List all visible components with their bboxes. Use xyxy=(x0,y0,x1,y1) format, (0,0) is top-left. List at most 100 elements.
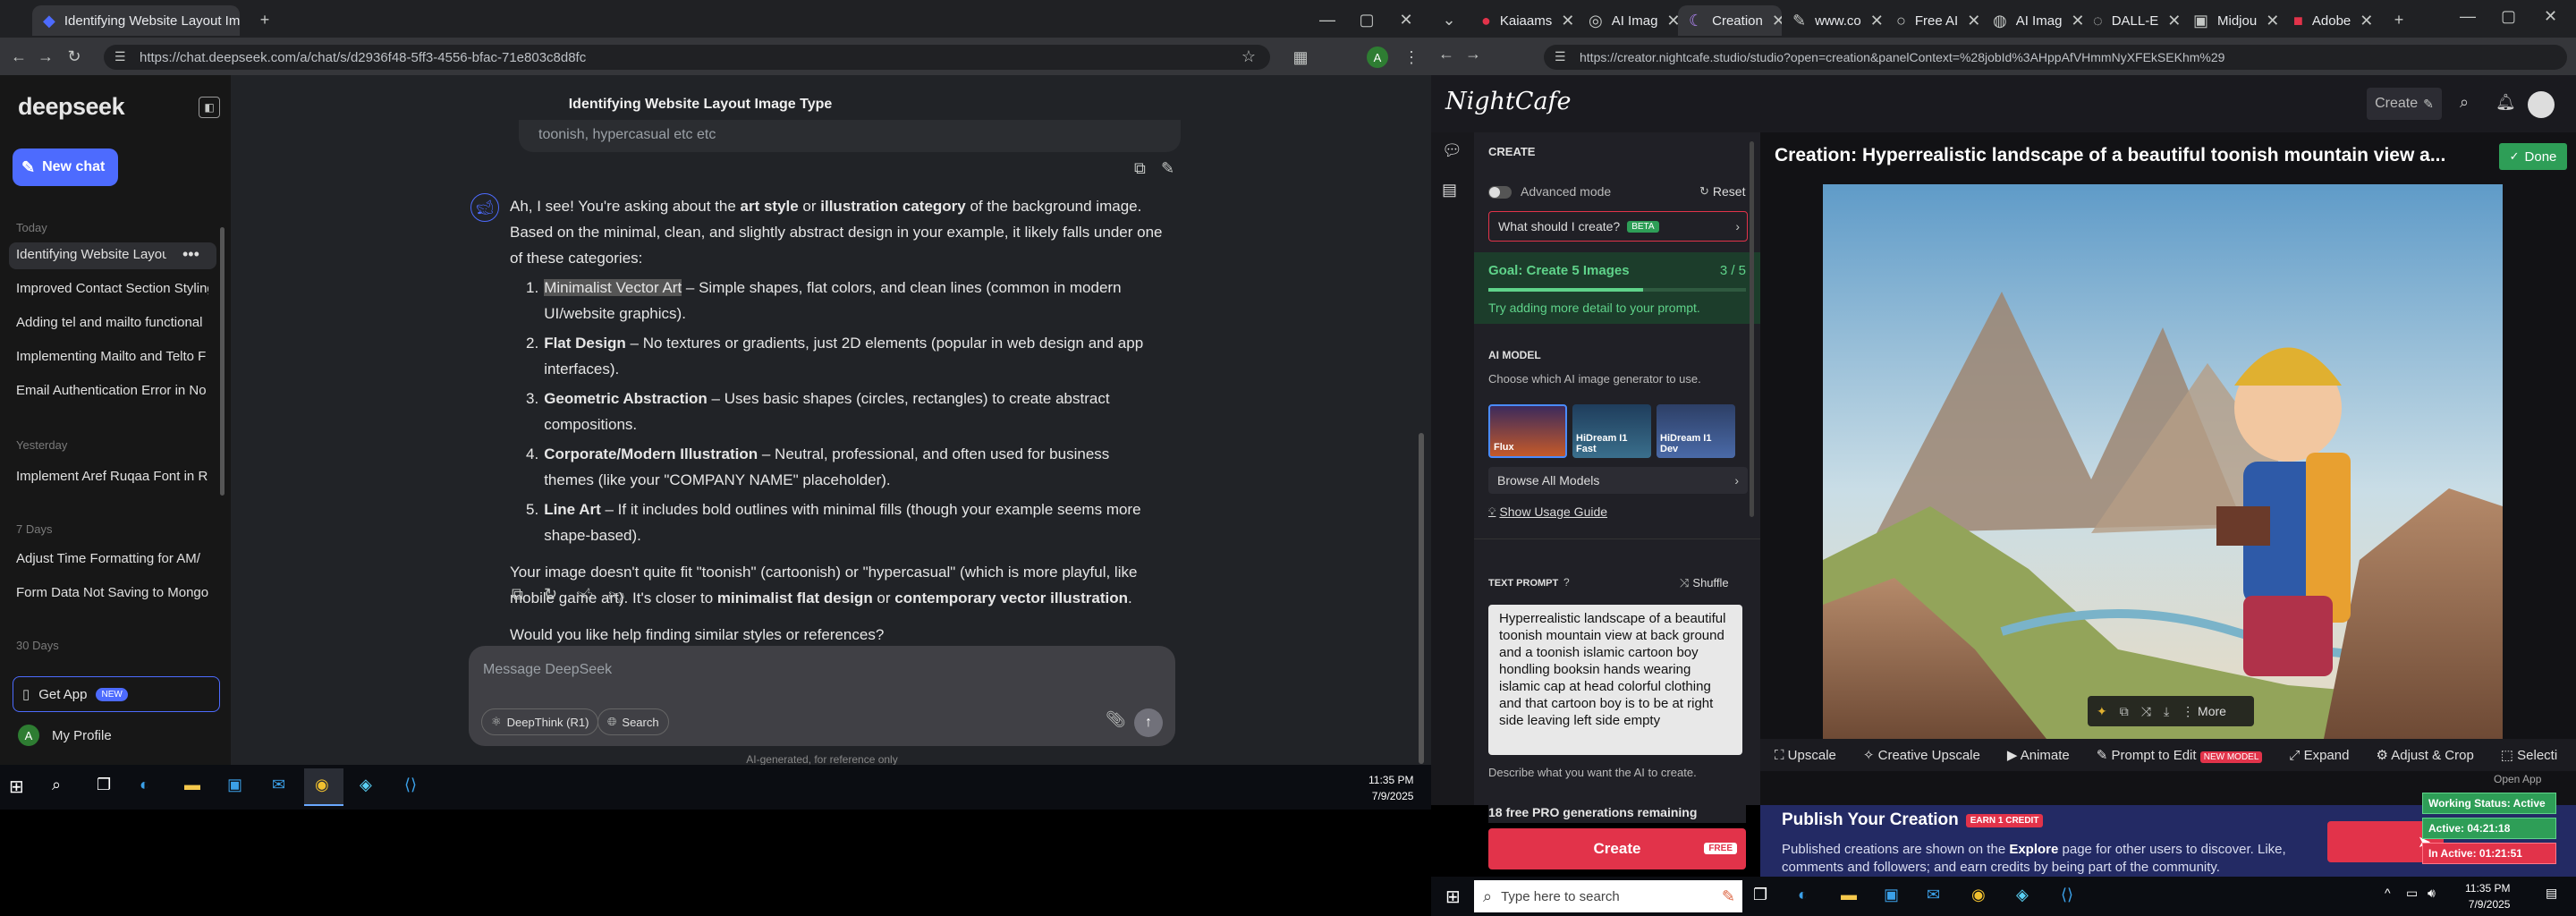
chat-item[interactable]: Form Data Not Saving to Mongo xyxy=(16,585,208,600)
tab-item-active[interactable]: ☾ Creation ✕ xyxy=(1678,5,1782,36)
url-field[interactable]: ☰ https://chat.deepseek.com/a/chat/s/d29… xyxy=(104,45,1270,70)
chrome-icon[interactable]: ◉ xyxy=(1971,886,1986,904)
bell-icon[interactable]: 🔔︎ xyxy=(2496,93,2516,112)
generated-image[interactable]: ✦ ⧉ ⤨ ⤓ ⋮ More xyxy=(1823,184,2503,739)
windows-start-icon[interactable]: ⊞ xyxy=(1445,886,1461,908)
browse-models-button[interactable]: Browse All Models › xyxy=(1488,467,1748,494)
extension-icon[interactable]: ▦ xyxy=(1288,45,1313,70)
regenerate-icon[interactable]: ↻ xyxy=(544,585,557,604)
tray-chevron-icon[interactable]: ^ xyxy=(2385,886,2391,900)
gallery-icon[interactable]: ▤ xyxy=(1442,181,1457,199)
panel-scrollbar[interactable] xyxy=(1750,141,1754,517)
shuffle-icon[interactable]: ⤨ xyxy=(2141,704,2151,719)
back-icon[interactable]: ← xyxy=(7,45,30,68)
browser-menu-icon[interactable]: ⋮ xyxy=(1401,45,1422,70)
tab-deepseek[interactable]: ◆ Identifying Website Layout Ima ✕ xyxy=(32,5,240,36)
create-header-button[interactable]: Create ✎ xyxy=(2367,88,2442,120)
create-button[interactable]: Create FREE xyxy=(1488,828,1746,869)
selection-button[interactable]: ⬚ Selecti xyxy=(2501,747,2557,763)
usage-guide-link[interactable]: 💡︎ Show Usage Guide xyxy=(1488,505,1607,519)
volume-icon[interactable]: 🔊︎ xyxy=(2428,886,2436,901)
tab-item[interactable]: ◌ DALL-E ✕ xyxy=(2082,5,2182,36)
chrome-icon[interactable]: ◉ xyxy=(315,776,329,794)
mail-icon[interactable]: ✉ xyxy=(1927,886,1940,904)
edit-icon[interactable]: ✎ xyxy=(1161,159,1174,178)
expand-button[interactable]: ⤢ Expand xyxy=(2289,748,2349,763)
search-icon[interactable]: ⌕ xyxy=(52,776,61,794)
copy-icon[interactable]: ⧉ xyxy=(2120,704,2129,719)
chat-item[interactable]: Improved Contact Section Styling xyxy=(16,281,208,296)
app-icon[interactable]: ◈ xyxy=(2016,886,2029,904)
model-flux[interactable]: Flux xyxy=(1488,404,1567,458)
animate-button[interactable]: ▶ Animate xyxy=(2007,747,2070,763)
user-avatar[interactable]: A xyxy=(18,725,39,746)
tab-search-icon[interactable]: ⌄ xyxy=(1436,7,1462,32)
chat-item[interactable]: Implement Aref Ruqaa Font in R xyxy=(16,469,208,484)
new-chat-button[interactable]: ✎ New chat xyxy=(13,148,118,186)
edge-icon[interactable]: ◐ xyxy=(1798,886,1808,904)
chat-scrollbar[interactable] xyxy=(1419,433,1424,764)
copy-response-icon[interactable]: ⧉ xyxy=(512,585,523,604)
file-explorer-icon[interactable]: ▬ xyxy=(184,776,200,794)
app-icon[interactable]: ◈ xyxy=(360,776,372,794)
sparkle-icon[interactable]: ✦ xyxy=(2097,704,2107,719)
store-icon[interactable]: ▣ xyxy=(227,776,242,794)
prompt-textarea[interactable]: Hyperrealistic landscape of a beautiful … xyxy=(1488,605,1742,755)
adjust-crop-button[interactable]: ⚙ Adjust & Crop xyxy=(2376,747,2473,763)
windows-start-icon[interactable]: ⊞ xyxy=(9,776,24,798)
open-app-link[interactable]: Open App xyxy=(2494,773,2541,785)
collapse-sidebar-icon[interactable]: ◧ xyxy=(199,97,220,118)
tab-item[interactable]: ◎ AI Imag ✕ xyxy=(1578,5,1678,36)
prompt-to-edit-button[interactable]: ✎ Prompt to Edit NEW MODEL xyxy=(2097,747,2263,763)
maximize-icon[interactable]: ▢ xyxy=(1354,7,1379,32)
store-icon[interactable]: ▣ xyxy=(1884,886,1899,904)
url-field-right[interactable]: ☰ https://creator.nightcafe.studio/studi… xyxy=(1544,45,2567,70)
new-tab-icon[interactable]: + xyxy=(252,7,277,32)
chat-item[interactable]: Identifying Website Layout xyxy=(16,247,166,262)
reset-button[interactable]: ↻ Reset xyxy=(1699,184,1745,199)
advanced-mode-toggle[interactable] xyxy=(1488,186,1512,199)
chat-item[interactable]: Email Authentication Error in No xyxy=(16,383,208,398)
vscode-icon[interactable]: ⟨⟩ xyxy=(2061,886,2073,904)
search-icon[interactable]: ⌕ xyxy=(2460,93,2469,112)
reload-icon[interactable]: ↻ xyxy=(63,45,86,68)
chat-icon[interactable]: 💬︎ xyxy=(1442,141,1462,160)
close-window-icon[interactable]: ✕ xyxy=(2544,7,2557,26)
tab-item[interactable]: ▣ Midjou ✕ xyxy=(2182,5,2283,36)
file-explorer-icon[interactable]: ▬ xyxy=(1841,886,1857,904)
search-button[interactable]: 🌐︎ Search xyxy=(597,708,669,735)
help-icon[interactable]: ? xyxy=(1563,576,1570,589)
chat-item[interactable]: Implementing Mailto and Telto F xyxy=(16,349,208,364)
tab-item[interactable]: ■ Adobe ✕ xyxy=(2283,5,2383,36)
shuffle-button[interactable]: ⤨ Shuffle xyxy=(1680,576,1729,590)
thumbs-down-icon[interactable]: 👎︎ xyxy=(608,585,624,605)
account-avatar[interactable] xyxy=(2528,91,2555,118)
send-button[interactable]: ↑ xyxy=(1134,708,1163,737)
mail-icon[interactable]: ✉ xyxy=(272,776,285,794)
profile-avatar[interactable]: A xyxy=(1367,47,1388,68)
network-icon[interactable]: ▭ xyxy=(2406,886,2418,901)
task-view-icon[interactable]: ❐ xyxy=(97,776,111,794)
thumbs-up-icon[interactable]: 👍︎ xyxy=(576,585,593,605)
attach-icon[interactable]: 📎︎ xyxy=(1106,710,1126,729)
what-should-i-create-button[interactable]: What should I create? BETA › xyxy=(1488,211,1748,242)
bookmark-star-icon[interactable]: ☆ xyxy=(1241,47,1256,66)
close-window-icon[interactable]: ✕ xyxy=(1394,7,1419,32)
tab-item[interactable]: ○ Free AI ✕ xyxy=(1885,5,1982,36)
task-view-icon[interactable]: ❐ xyxy=(1753,886,1767,904)
deepthink-button[interactable]: ⚛ DeepThink (R1) xyxy=(481,708,599,735)
forward-icon[interactable]: → xyxy=(1465,45,1481,64)
new-tab-icon[interactable]: + xyxy=(2386,7,2411,32)
chat-item[interactable]: Adjust Time Formatting for AM/ xyxy=(16,551,208,566)
sidebar-scrollbar[interactable] xyxy=(220,227,225,496)
upscale-button[interactable]: ⛶ Upscale xyxy=(1775,748,1836,763)
maximize-icon[interactable]: ▢ xyxy=(2501,7,2516,26)
back-icon[interactable]: ← xyxy=(1438,45,1454,64)
minimize-icon[interactable]: — xyxy=(1315,7,1340,32)
notification-icon[interactable]: ▤ xyxy=(2546,886,2557,901)
model-hidream-fast[interactable]: HiDream I1 Fast xyxy=(1572,404,1651,458)
message-input[interactable]: Message DeepSeek xyxy=(483,662,612,678)
tab-item[interactable]: ✎ www.co ✕ xyxy=(1782,5,1885,36)
get-app-button[interactable]: ▯ Get App NEW xyxy=(13,676,220,712)
my-profile-link[interactable]: My Profile xyxy=(52,728,112,743)
